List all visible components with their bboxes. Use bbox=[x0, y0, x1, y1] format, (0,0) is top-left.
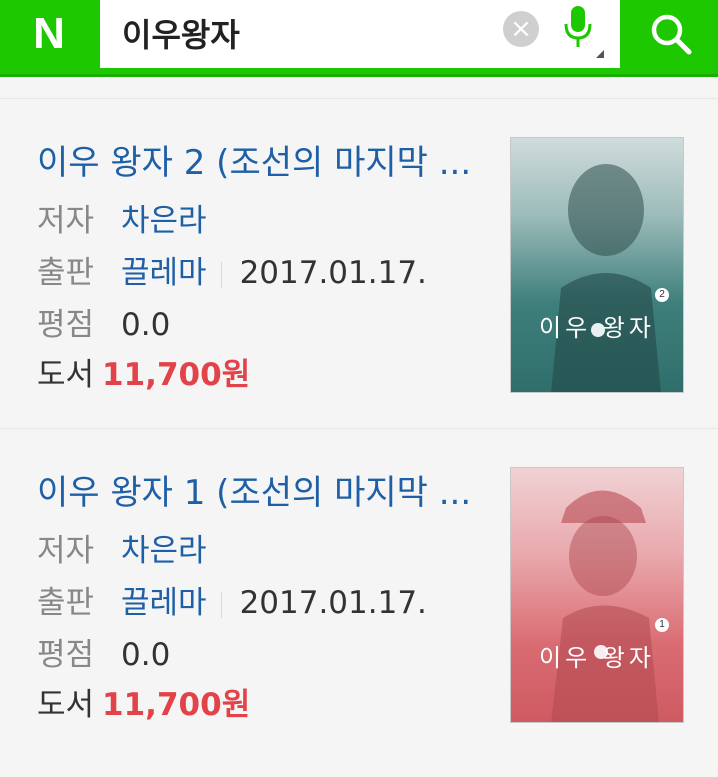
publisher-row: 출판 끌레마 2017.01.17. bbox=[37, 247, 427, 292]
book-result-item[interactable]: 이우 왕자 1 (조선의 마지막 ... 저자 차은라 출판 끌레마 2017.01.… bbox=[0, 428, 718, 758]
price-row: 도서 11,700원 bbox=[37, 349, 250, 394]
price-label: 도서 bbox=[37, 357, 95, 393]
rating-value: 0.0 bbox=[121, 307, 171, 343]
rating-row: 평점 0.0 bbox=[37, 299, 170, 344]
currency-label: 원 bbox=[221, 687, 251, 723]
mic-icon[interactable] bbox=[558, 4, 604, 58]
cover-volume: 1 bbox=[655, 618, 669, 632]
author-link[interactable]: 차은라 bbox=[121, 533, 207, 569]
rating-label: 평점 bbox=[37, 307, 95, 343]
clear-icon[interactable]: × bbox=[503, 11, 539, 47]
rating-row: 평점 0.0 bbox=[37, 629, 170, 674]
price-row: 도서 11,700원 bbox=[37, 679, 250, 724]
divider bbox=[220, 261, 222, 288]
search-query-text[interactable]: 이우왕자 bbox=[122, 10, 240, 56]
book-results-list: 이우 왕자 2 (조선의 마지막 ... 저자 차은라 출판 끌레마 2017.01.… bbox=[0, 98, 718, 758]
divider bbox=[220, 591, 222, 618]
publisher-label: 출판 bbox=[37, 255, 95, 291]
price-value: 11,700 bbox=[102, 687, 222, 723]
book-title-link[interactable]: 이우 왕자 2 (조선의 마지막 ... bbox=[37, 135, 471, 184]
author-link[interactable]: 차은라 bbox=[121, 203, 207, 239]
search-button[interactable] bbox=[623, 0, 718, 68]
author-label: 저자 bbox=[37, 203, 95, 239]
currency-label: 원 bbox=[221, 357, 251, 393]
publisher-label: 출판 bbox=[37, 585, 95, 621]
author-label: 저자 bbox=[37, 533, 95, 569]
publisher-row: 출판 끌레마 2017.01.17. bbox=[37, 577, 427, 622]
cover-title: 이우 왕자 bbox=[539, 314, 655, 342]
author-row: 저자 차은라 bbox=[37, 525, 207, 570]
rating-label: 평점 bbox=[37, 637, 95, 673]
search-header: N 이우왕자 × bbox=[0, 0, 718, 77]
search-icon bbox=[651, 14, 691, 55]
publish-date: 2017.01.17. bbox=[239, 585, 427, 621]
publisher-link[interactable]: 끌레마 bbox=[121, 255, 207, 291]
price-value: 11,700 bbox=[102, 357, 222, 393]
cover-volume: 2 bbox=[655, 288, 669, 302]
naver-logo[interactable]: N bbox=[0, 0, 98, 68]
price-label: 도서 bbox=[37, 687, 95, 723]
rating-value: 0.0 bbox=[121, 637, 171, 673]
publisher-link[interactable]: 끌레마 bbox=[121, 585, 207, 621]
publish-date: 2017.01.17. bbox=[239, 255, 427, 291]
cover-title: 이우 왕자 bbox=[539, 644, 655, 672]
book-result-item[interactable]: 이우 왕자 2 (조선의 마지막 ... 저자 차은라 출판 끌레마 2017.01.… bbox=[0, 98, 718, 428]
book-cover-image[interactable]: 2 이우 왕자 bbox=[510, 137, 684, 393]
search-input[interactable]: 이우왕자 × bbox=[100, 0, 620, 68]
book-cover-image[interactable]: 1 이우 왕자 bbox=[510, 467, 684, 723]
author-row: 저자 차은라 bbox=[37, 195, 207, 240]
book-title-link[interactable]: 이우 왕자 1 (조선의 마지막 ... bbox=[37, 465, 471, 514]
